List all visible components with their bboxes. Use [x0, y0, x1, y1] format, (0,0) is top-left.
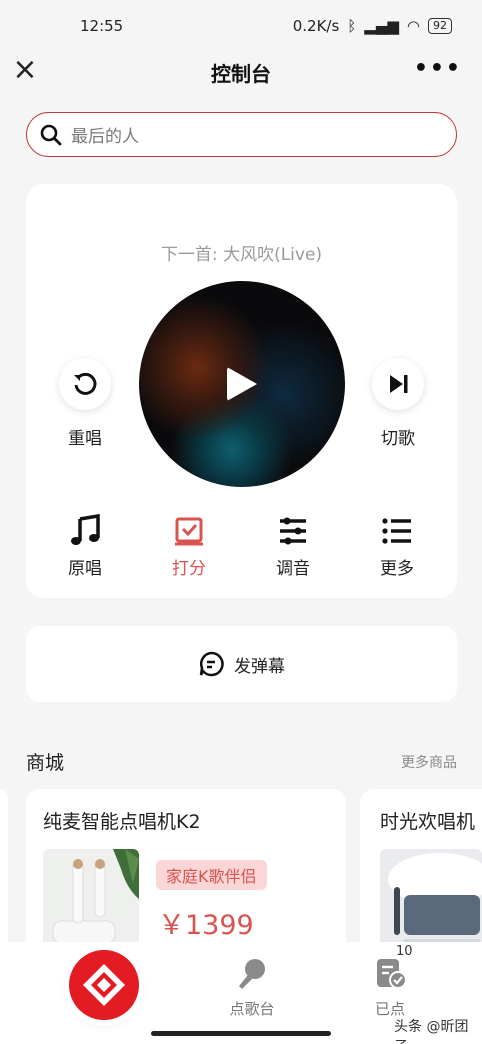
microphone-icon: [239, 959, 265, 989]
bluetooth-icon: ᛒ: [347, 17, 357, 35]
product-name: 纯麦智能点唱机K2: [43, 811, 201, 833]
close-icon[interactable]: ×: [12, 55, 38, 85]
search-placeholder: 最后的人: [71, 127, 139, 147]
title-bar: × 控制台 •••: [0, 46, 482, 98]
next-song-label: 下一首: 大风吹(Live): [160, 245, 323, 265]
send-danmu-label: 发弹幕: [234, 656, 285, 677]
product-price: ￥1399: [158, 910, 254, 941]
play-icon[interactable]: [227, 367, 257, 401]
tool-label: 调音: [276, 559, 310, 579]
product-card[interactable]: 时光欢唱机: [360, 789, 482, 959]
search-icon: [40, 124, 62, 145]
player-card: 下一首: 大风吹(Live) 重唱 切歌 原唱 打分 调音 更多: [26, 184, 457, 598]
battery-icon: 92: [428, 18, 452, 34]
network-speed: 0.2K/s: [292, 17, 340, 35]
queued-count-badge: 10: [396, 944, 413, 959]
status-bar: 12:55 0.2K/s ᛒ ▂▄▆ ◠ 92: [0, 0, 482, 52]
tab-song-list[interactable]: 点歌台: [212, 956, 292, 1019]
search-input[interactable]: 最后的人: [26, 112, 457, 157]
tool-label: 原唱: [68, 559, 102, 579]
score-icon: [175, 517, 203, 546]
product-name: 时光欢唱机: [380, 811, 476, 833]
watermark: 头条 @昕团子: [394, 1019, 469, 1044]
tool-score[interactable]: 打分: [149, 514, 229, 579]
more-products-link[interactable]: 更多商品: [401, 752, 457, 772]
status-icons: 0.2K/s ᛒ ▂▄▆ ◠ 92: [293, 17, 452, 35]
product-tag: 家庭K歌伴侣: [156, 860, 267, 890]
tab-label: 点歌台: [229, 1000, 275, 1018]
product-card-prev[interactable]: [0, 789, 8, 959]
queue-list-icon: [377, 959, 407, 989]
signal-icon: ▂▄▆: [364, 17, 399, 35]
replay-label: 重唱: [68, 429, 102, 449]
shop-header: 商城 更多商品: [26, 748, 457, 775]
status-time: 12:55: [80, 17, 124, 35]
wifi-icon: ◠: [406, 17, 420, 35]
skip-label: 切歌: [381, 429, 415, 449]
skip-next-icon: [390, 375, 408, 393]
replay-icon: [74, 372, 97, 395]
page-title: 控制台: [211, 61, 271, 86]
home-center-button[interactable]: [69, 950, 139, 1020]
more-options-button[interactable]: •••: [414, 56, 462, 81]
replay-button[interactable]: [59, 358, 111, 410]
tool-label: 更多: [380, 559, 414, 579]
send-danmu-button[interactable]: 发弹幕: [26, 626, 457, 702]
tool-tuning[interactable]: 调音: [253, 514, 333, 579]
list-icon: [382, 518, 411, 544]
tool-original-vocal[interactable]: 原唱: [45, 514, 125, 579]
tool-label: 打分: [172, 559, 206, 579]
tab-queued[interactable]: 已点: [350, 956, 430, 1019]
chat-bubble-icon: [199, 651, 224, 677]
tuning-icon: [280, 517, 306, 545]
product-card[interactable]: 纯麦智能点唱机K2 家庭K歌伴侣 ￥1399: [26, 789, 346, 959]
album-cover[interactable]: [139, 281, 345, 487]
brand-logo-icon: [83, 964, 125, 1006]
shop-title: 商城: [26, 752, 65, 774]
tool-more[interactable]: 更多: [357, 514, 437, 579]
home-indicator[interactable]: [151, 1031, 331, 1036]
skip-button[interactable]: [372, 358, 424, 410]
music-note-icon: [71, 514, 100, 545]
